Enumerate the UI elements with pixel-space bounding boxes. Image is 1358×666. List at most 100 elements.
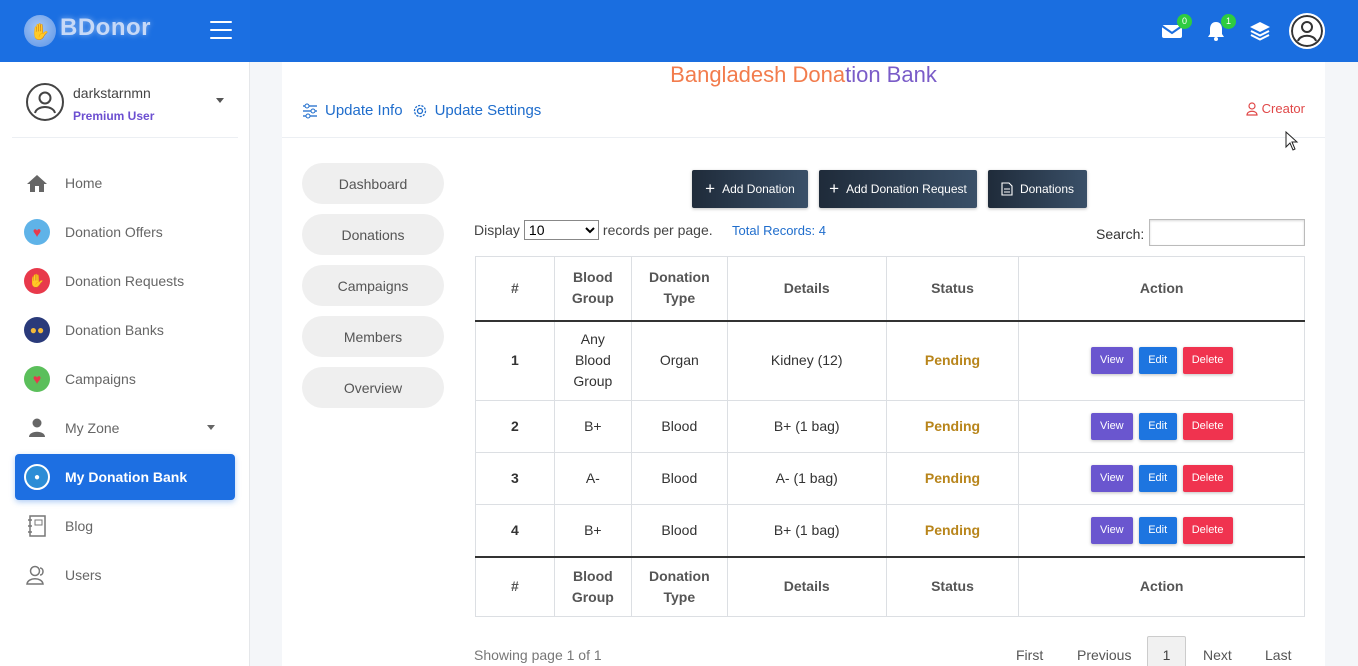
details: A- (1 bag) [726,452,887,505]
update-info-label: Update Info [325,102,403,119]
row-number: 3 [475,452,555,505]
page-title-part1: Bangladesh Dona [670,62,846,87]
sidebar-item-label: Donation Requests [65,273,185,289]
sidebar-item-donation-offers[interactable]: ♥ Donation Offers [15,209,235,255]
bank-badge-icon: ● [24,464,50,490]
tab-members[interactable]: Members [302,316,444,357]
column-header[interactable]: Blood Group [553,256,632,322]
column-header[interactable]: Details [726,256,887,322]
row-actions: View Edit Delete [1018,452,1305,505]
row-actions: View Edit Delete [1018,400,1305,453]
sidebar-item-blog[interactable]: Blog [15,503,235,549]
sidebar-item-my-zone[interactable]: My Zone [15,405,235,451]
brand-logo-icon: ✋ [24,15,56,47]
user-panel[interactable]: darkstarnmn Premium User [12,74,238,138]
pagination-previous[interactable]: Previous [1077,647,1131,663]
plus-icon: + [829,179,840,198]
sidebar-item-donation-requests[interactable]: ✋ Donation Requests [15,258,235,304]
tab-donations[interactable]: Donations [302,214,444,255]
row-number: 4 [475,504,555,557]
profile-avatar[interactable] [1289,13,1325,49]
records-per-page-select[interactable]: 10 [523,220,599,240]
top-navbar: ✋ BDonor 0 1 [0,0,1358,62]
pagination-current[interactable]: 1 [1147,636,1186,666]
add-donation-button[interactable]: + Add Donation [692,170,808,208]
view-button[interactable]: View [1090,465,1133,492]
column-header[interactable]: Status [885,256,1020,322]
view-button[interactable]: View [1090,413,1133,440]
bell-icon[interactable]: 1 [1205,14,1236,42]
edit-button[interactable]: Edit [1138,347,1177,375]
creator-link[interactable]: Creator [1246,101,1305,116]
chevron-down-icon[interactable] [216,98,224,103]
search-input[interactable] [1149,219,1305,246]
edit-button[interactable]: Edit [1138,516,1177,544]
column-footer: Blood Group [553,555,632,617]
tab-campaigns[interactable]: Campaigns [302,265,444,306]
search-label: Search: [1096,226,1145,242]
sidebar-item-my-donation-bank[interactable]: ● My Donation Bank [15,454,235,500]
blood-drop-icon: ✋ [24,268,50,294]
delete-button[interactable]: Delete [1182,413,1233,440]
user-avatar-icon [26,83,64,121]
pagination-next[interactable]: Next [1203,647,1232,663]
edit-button[interactable]: Edit [1138,413,1177,440]
sidebar-item-donation-banks[interactable]: ●● Donation Banks [15,307,235,353]
mail-icon[interactable]: 0 [1161,14,1192,42]
add-request-label: Add Donation Request [846,182,967,196]
document-icon [1001,182,1013,196]
table-header-row: # Blood Group Donation Type Details Stat… [475,256,1305,322]
status-badge: Pending [885,400,1020,453]
person-icon [24,415,50,441]
page-title: Bangladesh Donation Bank [282,62,1325,88]
column-footer: Status [885,555,1020,617]
add-donation-label: Add Donation [722,182,795,196]
column-header[interactable]: Donation Type [630,256,728,322]
column-header[interactable]: # [475,256,555,322]
chevron-down-icon [207,425,215,430]
records-suffix: records per page. [602,222,713,238]
status-badge: Pending [885,452,1020,505]
bank-links: Update Info Update Settings [302,102,550,119]
page-title-part2: tion Bank [845,62,937,87]
heart-hand-icon: ♥ [24,219,50,245]
details: B+ (1 bag) [726,504,887,557]
details: Kidney (12) [726,320,887,401]
row-actions: View Edit Delete [1018,320,1305,401]
view-button[interactable]: View [1090,347,1133,375]
update-info-link[interactable]: Update Info [302,102,403,119]
table-row: 4 B+ Blood B+ (1 bag) Pending View Edit … [475,504,1305,557]
notification-badge: 1 [1221,14,1236,29]
mail-badge: 0 [1177,14,1192,29]
delete-button[interactable]: Delete [1182,516,1233,544]
update-settings-link[interactable]: Update Settings [412,102,542,119]
edit-button[interactable]: Edit [1138,465,1177,492]
sidebar-item-home[interactable]: Home [15,160,235,206]
table-row: 3 A- Blood A- (1 bag) Pending View Edit … [475,452,1305,505]
pagination-first[interactable]: First [1016,647,1043,663]
details: B+ (1 bag) [726,400,887,453]
donation-type: Blood [630,452,728,505]
display-label: Display [474,222,520,238]
user-name: darkstarnmn [73,85,151,101]
column-footer: # [475,555,555,617]
view-button[interactable]: View [1090,516,1133,544]
column-footer: Donation Type [630,555,728,617]
sidebar-item-users[interactable]: Users [15,552,235,598]
delete-button[interactable]: Delete [1182,347,1233,375]
row-number: 1 [475,320,555,401]
tab-overview[interactable]: Overview [302,367,444,408]
donation-type: Blood [630,400,728,453]
sidebar-item-campaigns[interactable]: ♥ Campaigns [15,356,235,402]
add-donation-request-button[interactable]: + Add Donation Request [819,170,977,208]
main-panel: Bangladesh Donation Bank Update Info Upd… [282,62,1325,666]
layers-icon[interactable] [1249,20,1271,42]
donations-button[interactable]: Donations [988,170,1087,208]
tab-dashboard[interactable]: Dashboard [302,163,444,204]
delete-button[interactable]: Delete [1182,465,1233,492]
menu-toggle-icon[interactable] [210,21,232,39]
update-settings-label: Update Settings [434,102,542,119]
table-row: 2 B+ Blood B+ (1 bag) Pending View Edit … [475,400,1305,453]
status-badge: Pending [885,504,1020,557]
pagination-last[interactable]: Last [1265,647,1291,663]
